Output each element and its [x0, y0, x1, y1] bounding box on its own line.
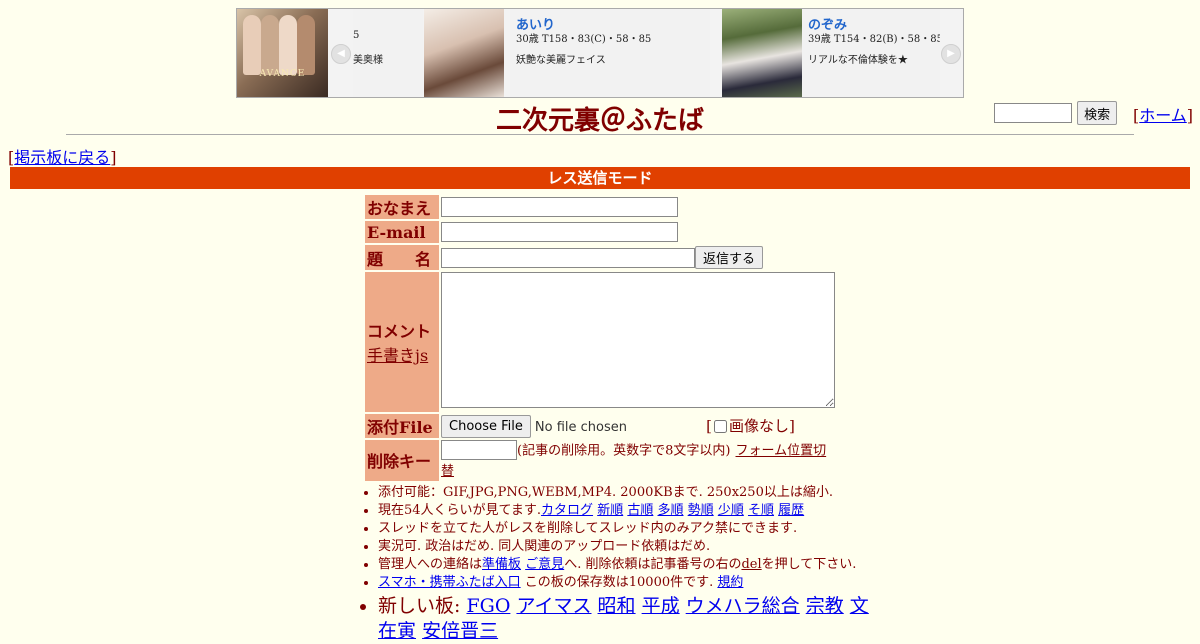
history-link[interactable]: 履歴 [778, 503, 804, 518]
note-contact: 管理人への連絡は準備板 ご意見へ. 削除依頼は記事番号の右のdelを押して下さい… [378, 556, 878, 574]
card-spec: 39歳 T154・82(B)・58・85 [808, 34, 940, 45]
no-image-label: 画像なし [728, 416, 789, 435]
board-link-abe[interactable]: 安倍晋三 [422, 620, 498, 642]
ad-banner[interactable]: AVANCE ◀ 5 美奥様 あいり 30歳 T158・83(C)・58・85 … [236, 8, 964, 98]
sort-old-link[interactable]: 古順 [627, 503, 653, 518]
board-link-religion[interactable]: 宗教 [806, 595, 844, 617]
banner-card-fragment[interactable]: 5 美奥様 [353, 9, 423, 97]
catalog-link[interactable]: カタログ [541, 503, 593, 518]
board-link-fgo[interactable]: FGO [466, 595, 510, 617]
header-divider [66, 134, 1134, 135]
carousel-prev-icon[interactable]: ◀ [331, 44, 351, 64]
delete-key-note: (記事の削除用。英数字で8文字以内) [517, 443, 731, 459]
back-link-wrapper: [掲示板に戻る] [8, 148, 117, 167]
no-image-option: [画像なし] [706, 416, 795, 435]
comment-textarea[interactable] [441, 272, 835, 408]
board-notes: 添付可能：GIF,JPG,PNG,WEBM,MP4. 2000KBまで. 250… [360, 484, 878, 644]
reply-mode-bar: レス送信モード [10, 167, 1190, 189]
email-label: E-mail [365, 221, 439, 243]
note-viewers: 現在54人くらいが見てます.カタログ 新順 古順 多順 勢順 少順 そ順 履歴 [378, 502, 878, 520]
search-input[interactable] [994, 103, 1072, 123]
submit-reply-button[interactable]: 返信する [695, 246, 764, 269]
card-desc: 妖艶な美麗フェイス [516, 55, 606, 66]
file-label: 添付File [365, 414, 439, 438]
no-image-checkbox[interactable] [713, 420, 727, 433]
card-spec: 30歳 T158・83(C)・58・85 [516, 34, 652, 45]
home-link[interactable]: ホーム [1139, 106, 1187, 125]
note-thread-ban: スレッドを立てた人がレスを削除してスレッド内のみアク禁にできます. [378, 520, 878, 538]
tegaki-link[interactable]: 手書きjs [367, 346, 428, 365]
name-label: おなまえ [365, 195, 439, 219]
no-file-text: No file chosen [534, 419, 627, 435]
banner-carousel: ◀ 5 美奥様 あいり 30歳 T158・83(C)・58・85 妖艶な美麗フェ… [328, 9, 963, 97]
card-desc: リアルな不倫体験を★ [808, 55, 908, 66]
feedback-link[interactable]: ご意見 [525, 557, 564, 572]
search-form: 検索 [994, 101, 1118, 125]
card-photo-airi[interactable] [424, 9, 504, 97]
subject-label: 題 名 [365, 245, 439, 270]
board-link-umehara[interactable]: ウメハラ総合 [686, 595, 800, 617]
reply-form: おなまえ E-mail 題 名 返信する コメント 手書きjs 添付File C… [363, 193, 837, 483]
card-spec: 5 [353, 30, 360, 41]
sort-few-link[interactable]: 少順 [718, 503, 744, 518]
junbi-board-link[interactable]: 準備板 [482, 557, 521, 572]
carousel-next-icon[interactable]: ▶ [941, 44, 961, 64]
banner-card-nozomi[interactable]: のぞみ 39歳 T154・82(B)・58・85 リアルな不倫体験を★ [802, 9, 940, 97]
email-input[interactable] [441, 222, 678, 243]
sort-many-link[interactable]: 多順 [658, 503, 684, 518]
delete-key-label: 削除キー [365, 440, 439, 481]
banner-logo-image[interactable]: AVANCE [237, 9, 328, 97]
home-link-wrapper: [ホーム] [1133, 106, 1194, 125]
choose-file-button[interactable]: Choose File [441, 414, 531, 438]
del-link[interactable]: del [741, 557, 761, 572]
note-rules: 実況可. 政治はだめ. 同人関連のアップロード依頼はだめ. [378, 538, 878, 556]
terms-link[interactable]: 規約 [717, 575, 743, 590]
search-button[interactable]: 検索 [1077, 101, 1118, 125]
name-input[interactable] [441, 197, 678, 218]
banner-logo-text: AVANCE [259, 69, 306, 79]
comment-label: コメント [367, 322, 432, 341]
sort-new-link[interactable]: 新順 [597, 503, 623, 518]
card-photo-nozomi[interactable] [722, 9, 802, 97]
mobile-entrance-link[interactable]: スマホ・携帯ふたば入口 [378, 575, 521, 590]
board-link-showa[interactable]: 昭和 [598, 595, 636, 617]
sort-so-link[interactable]: そ順 [748, 503, 774, 518]
note-attachments: 添付可能：GIF,JPG,PNG,WEBM,MP4. 2000KBまで. 250… [378, 484, 878, 502]
subject-input[interactable] [441, 247, 695, 268]
back-to-board-link[interactable]: 掲示板に戻る [14, 148, 110, 167]
note-mobile: スマホ・携帯ふたば入口 この板の保存数は10000件です. 規約 [378, 574, 878, 592]
comment-label-cell: コメント 手書きjs [365, 272, 439, 412]
note-new-boards: 新しい板: FGO アイマス 昭和 平成 ウメハラ総合 宗教 文在寅 安倍晋三 [378, 594, 878, 644]
board-link-heisei[interactable]: 平成 [642, 595, 680, 617]
delete-key-input[interactable] [441, 440, 517, 460]
board-link-imas[interactable]: アイマス [516, 595, 591, 617]
banner-card-airi[interactable]: あいり 30歳 T158・83(C)・58・85 妖艶な美麗フェイス [510, 9, 710, 97]
card-desc: 美奥様 [353, 55, 383, 66]
sort-momentum-link[interactable]: 勢順 [688, 503, 714, 518]
